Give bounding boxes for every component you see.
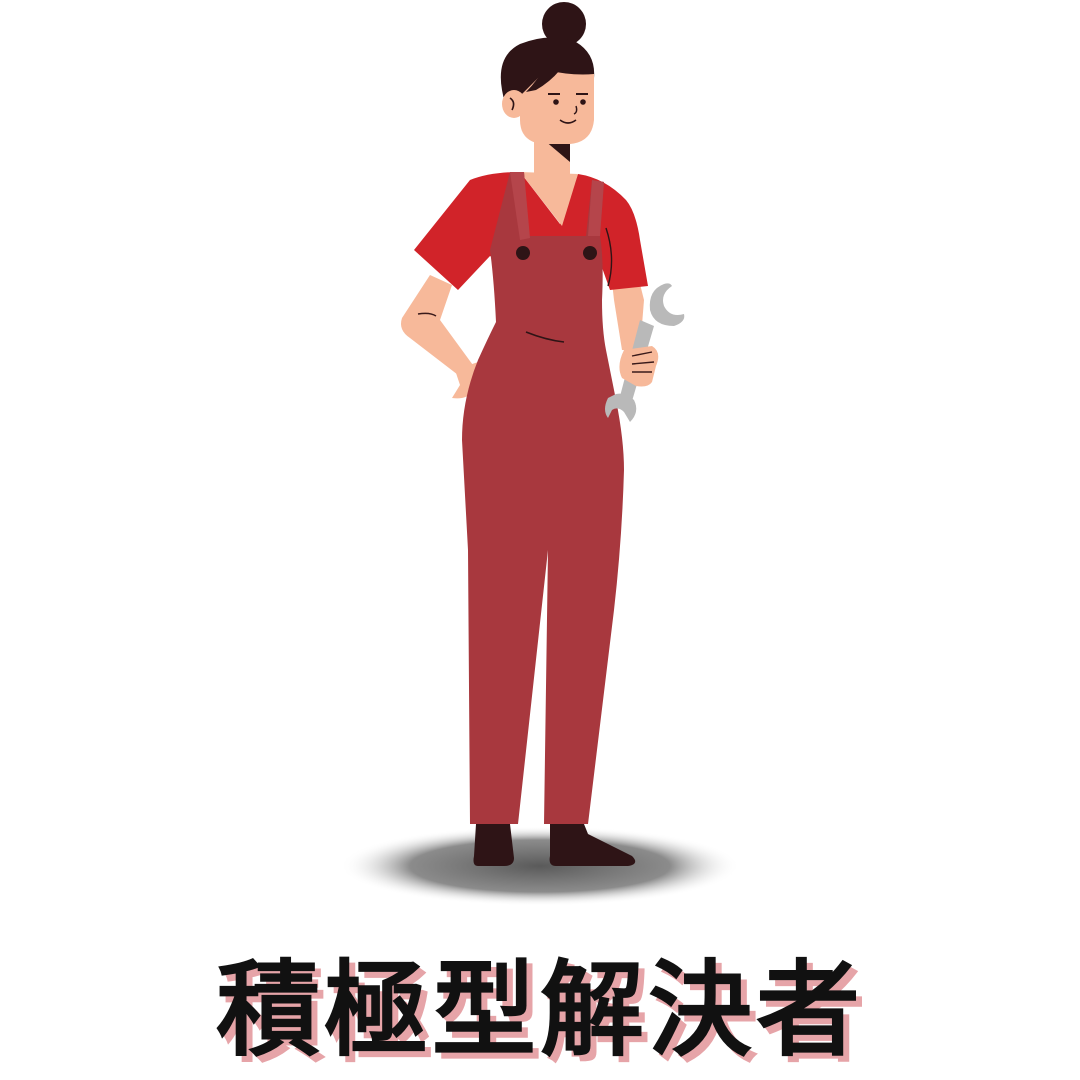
overalls — [462, 172, 624, 824]
button-left — [516, 246, 530, 260]
button-right — [583, 246, 597, 260]
left-shoe — [473, 824, 514, 866]
floor-shadow — [340, 826, 740, 906]
head — [500, 2, 595, 144]
left-arm — [401, 275, 478, 399]
caption-title: 積極型解決者 — [215, 949, 864, 1071]
mechanic-illustration — [340, 2, 740, 906]
